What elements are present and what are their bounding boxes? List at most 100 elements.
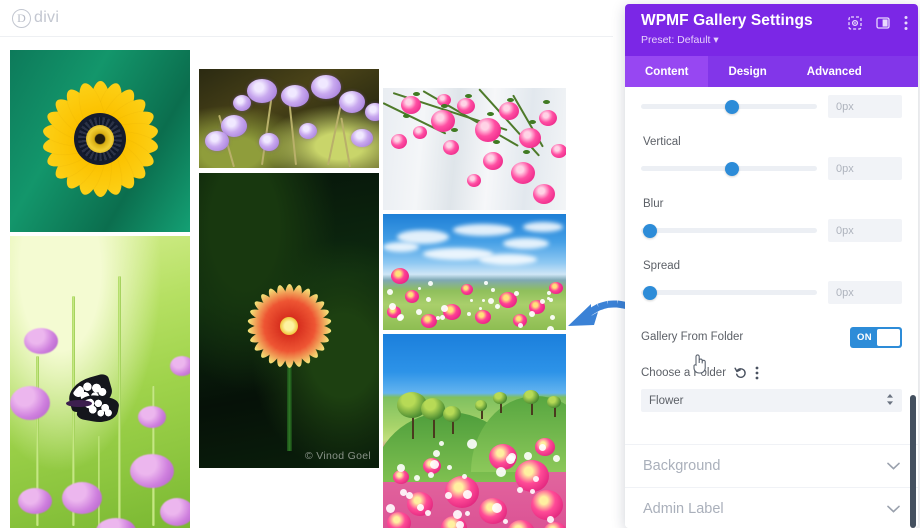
slider-knob[interactable] <box>725 162 739 176</box>
white-bloom-speck <box>465 511 470 516</box>
panel-header-actions <box>848 15 908 31</box>
violet-flower <box>351 129 373 147</box>
white-cosmos-speck <box>440 315 445 320</box>
cloud <box>479 254 537 265</box>
gallery-image-pink-roses[interactable] <box>383 88 566 210</box>
white-bloom-speck <box>414 475 420 481</box>
cosmos-bloom <box>531 490 563 520</box>
white-bloom-speck <box>445 492 452 499</box>
focus-target-icon[interactable] <box>848 16 862 30</box>
panel-preset-selector[interactable]: Preset: Default ▾ <box>641 34 904 46</box>
white-cosmos-speck <box>418 287 421 290</box>
spread-slider[interactable] <box>641 285 817 301</box>
rose-leaf <box>451 128 458 132</box>
slider-track <box>641 290 817 295</box>
white-cosmos-speck <box>389 303 396 310</box>
gallery-from-folder-label: Gallery From Folder <box>641 331 743 343</box>
tree-canopy <box>475 400 487 411</box>
rose-leaf <box>403 114 410 118</box>
gallery-image-butterfly[interactable] <box>10 236 190 528</box>
purple-bloom <box>10 386 50 420</box>
white-cosmos-speck <box>495 304 500 309</box>
gallery-image-countryside[interactable] <box>383 334 566 528</box>
gallery-from-folder-toggle[interactable]: ON <box>850 327 902 348</box>
toggle-state-label: ON <box>857 332 872 343</box>
cosmos-flower <box>391 268 409 284</box>
slider-track <box>641 228 817 233</box>
field-spread: Spread 0px <box>625 242 918 304</box>
gallery-image-red-zinnia[interactable]: © Vinod Goel <box>199 173 379 468</box>
white-cosmos-speck <box>441 305 448 312</box>
rose-leaf <box>465 94 472 98</box>
pink-rose <box>511 162 535 184</box>
pink-rose <box>391 134 407 149</box>
tree-canopy <box>493 392 507 404</box>
white-cosmos-speck <box>491 288 495 292</box>
slider-knob[interactable] <box>643 286 657 300</box>
cosmos-flower <box>405 290 419 303</box>
divi-logo-mark: D <box>12 9 31 28</box>
divi-logo[interactable]: D divi <box>12 9 59 28</box>
vertical-slider[interactable] <box>641 161 817 177</box>
white-cosmos-speck <box>426 297 431 302</box>
screenshot-root: D divi © Vinod Goel WPMF Gallery Setting… <box>0 0 920 528</box>
white-bloom-speck <box>553 455 560 462</box>
white-cosmos-speck <box>428 281 433 286</box>
layout-panel-icon[interactable] <box>876 16 890 30</box>
panel-scrollbar[interactable] <box>910 395 916 528</box>
field-horizontal: 0px <box>625 87 918 118</box>
white-bloom-speck <box>462 474 467 479</box>
accordion-admin-label[interactable]: Admin Label <box>625 488 918 528</box>
white-cosmos-speck <box>547 297 550 300</box>
white-cosmos-speck <box>540 299 545 304</box>
pink-rose <box>551 144 566 158</box>
gallery-image-sunflower[interactable] <box>10 50 190 232</box>
slider-knob[interactable] <box>643 224 657 238</box>
blur-slider[interactable] <box>641 223 817 239</box>
horizontal-slider[interactable] <box>641 99 817 115</box>
rose-leaf <box>413 92 420 96</box>
accordion-background-label: Background <box>643 458 720 474</box>
tab-content[interactable]: Content <box>625 56 708 87</box>
reset-undo-icon[interactable] <box>734 366 747 379</box>
rose-leaf <box>543 100 550 104</box>
white-bloom-speck <box>547 516 554 523</box>
more-vertical-icon[interactable] <box>904 15 908 31</box>
tab-design[interactable]: Design <box>708 56 786 87</box>
violet-flower <box>259 133 279 151</box>
pink-rose <box>467 174 481 187</box>
slider-knob[interactable] <box>725 100 739 114</box>
panel-header: WPMF Gallery Settings Preset: Default ▾ <box>625 4 918 56</box>
purple-bloom <box>24 328 58 354</box>
white-bloom-speck <box>524 452 532 460</box>
choose-folder-select[interactable]: Flower <box>641 389 902 412</box>
gallery-image-cosmos-sky[interactable] <box>383 214 566 330</box>
field-vertical: Vertical 0px <box>625 118 918 180</box>
white-bloom-speck <box>517 487 523 493</box>
row-gallery-from-folder: Gallery From Folder ON <box>625 320 918 354</box>
pink-rose <box>443 140 459 155</box>
purple-bloom <box>138 406 166 428</box>
violet-flower <box>365 103 379 121</box>
more-vertical-icon[interactable] <box>755 366 759 380</box>
white-cosmos-speck <box>470 299 473 302</box>
white-bloom-speck <box>433 450 440 457</box>
white-bloom-speck <box>400 489 407 496</box>
horizontal-value-input[interactable]: 0px <box>828 95 902 118</box>
accordion-background[interactable]: Background <box>625 445 918 488</box>
cosmos-bloom <box>387 512 411 528</box>
tree-trunk <box>452 420 454 434</box>
tree-trunk <box>433 418 435 438</box>
white-bloom-speck <box>503 519 508 524</box>
spread-value-input[interactable]: 0px <box>828 281 902 304</box>
white-bloom-speck <box>456 521 464 528</box>
tab-advanced[interactable]: Advanced <box>787 56 882 87</box>
divi-topbar: D divi <box>0 0 613 37</box>
gallery-image-violets[interactable] <box>199 69 379 168</box>
cosmos-flower <box>475 310 491 324</box>
blur-value-input[interactable]: 0px <box>828 219 902 242</box>
purple-bloom <box>130 454 174 488</box>
chevron-down-icon <box>887 457 900 475</box>
field-blur: Blur 0px <box>625 180 918 242</box>
vertical-value-input[interactable]: 0px <box>828 157 902 180</box>
